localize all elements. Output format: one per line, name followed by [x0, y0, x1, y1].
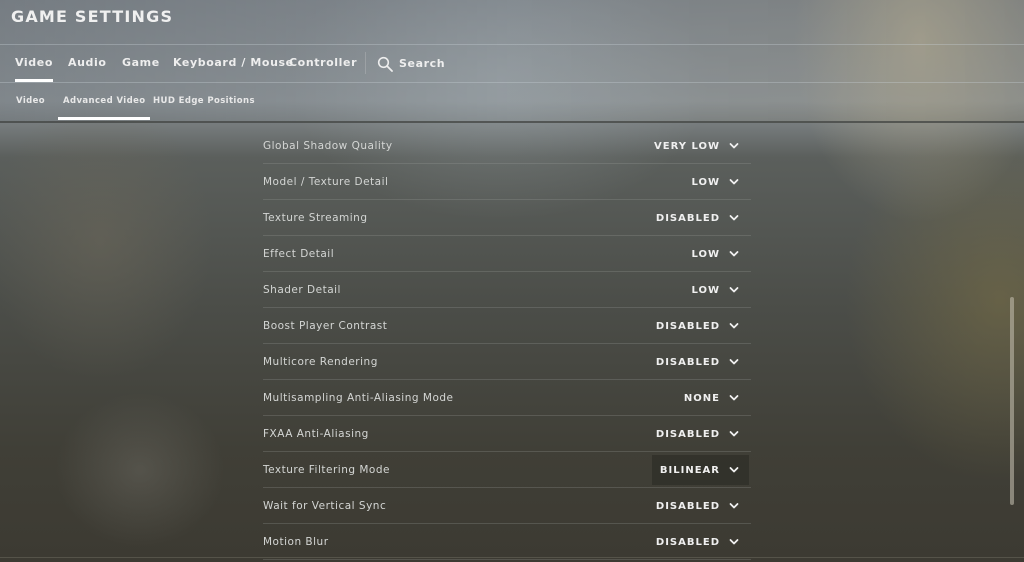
- search-icon: [377, 56, 393, 72]
- setting-label: Shader Detail: [263, 284, 341, 296]
- tab-divider: [365, 52, 366, 74]
- setting-dropdown[interactable]: LOW: [683, 239, 749, 269]
- page-title: GAME SETTINGS: [11, 7, 174, 26]
- chevron-down-icon: [729, 395, 739, 401]
- setting-dropdown[interactable]: NONE: [676, 383, 749, 413]
- setting-value: LOW: [691, 284, 720, 296]
- setting-dropdown[interactable]: VERY LOW: [646, 131, 749, 161]
- setting-label: FXAA Anti-Aliasing: [263, 428, 369, 440]
- chevron-down-icon: [729, 287, 739, 293]
- setting-row: Global Shadow Quality VERY LOW: [263, 128, 751, 164]
- setting-dropdown[interactable]: DISABLED: [648, 419, 749, 449]
- chevron-down-icon: [729, 503, 739, 509]
- chevron-down-icon: [729, 143, 739, 149]
- setting-value: NONE: [683, 392, 720, 404]
- scrollbar-thumb[interactable]: [1010, 297, 1014, 505]
- setting-label: Multisampling Anti-Aliasing Mode: [263, 392, 454, 404]
- chevron-down-icon: [729, 215, 739, 221]
- setting-row: Texture Filtering Mode BILINEAR: [263, 452, 751, 488]
- setting-row: Effect Detail LOW: [263, 236, 751, 272]
- subtab-hud-edge-positions[interactable]: HUD Edge Positions: [153, 83, 255, 120]
- setting-value: BILINEAR: [659, 464, 720, 476]
- setting-label: Texture Filtering Mode: [263, 464, 390, 476]
- tab-game[interactable]: Game: [122, 45, 160, 82]
- setting-label: Boost Player Contrast: [263, 320, 388, 332]
- setting-label: Global Shadow Quality: [263, 140, 393, 152]
- setting-value: DISABLED: [655, 320, 720, 332]
- tab-controller[interactable]: Controller: [289, 45, 357, 82]
- chevron-down-icon: [729, 323, 739, 329]
- setting-label: Wait for Vertical Sync: [263, 500, 387, 512]
- setting-label: Texture Streaming: [263, 212, 368, 224]
- setting-value: DISABLED: [655, 500, 720, 512]
- setting-dropdown[interactable]: DISABLED: [648, 203, 749, 233]
- setting-row: Motion Blur DISABLED: [263, 524, 751, 560]
- setting-label: Motion Blur: [263, 536, 329, 548]
- setting-row: Texture Streaming DISABLED: [263, 200, 751, 236]
- setting-value: VERY LOW: [654, 140, 720, 152]
- chevron-down-icon: [729, 179, 739, 185]
- subtab-advanced-video[interactable]: Advanced Video: [57, 83, 152, 120]
- setting-dropdown[interactable]: LOW: [683, 167, 749, 197]
- setting-dropdown[interactable]: DISABLED: [648, 347, 749, 377]
- divider: [0, 557, 1024, 558]
- setting-label: Effect Detail: [263, 248, 335, 260]
- subtab-video[interactable]: Video: [16, 83, 45, 120]
- sub-tabs: Video Advanced Video HUD Edge Positions: [0, 83, 1024, 121]
- setting-dropdown[interactable]: DISABLED: [648, 311, 749, 341]
- setting-label: Model / Texture Detail: [263, 176, 389, 188]
- setting-row: Wait for Vertical Sync DISABLED: [263, 488, 751, 524]
- tab-video[interactable]: Video: [15, 45, 53, 82]
- setting-value: LOW: [691, 176, 720, 188]
- settings-header: GAME SETTINGS Video Audio Game Keyboard …: [0, 0, 1024, 123]
- setting-label: Multicore Rendering: [263, 356, 378, 368]
- setting-dropdown[interactable]: DISABLED: [648, 491, 749, 521]
- setting-value: LOW: [691, 248, 720, 260]
- setting-row: FXAA Anti-Aliasing DISABLED: [263, 416, 751, 452]
- setting-row: Model / Texture Detail LOW: [263, 164, 751, 200]
- chevron-down-icon: [729, 539, 739, 545]
- chevron-down-icon: [729, 431, 739, 437]
- setting-row: Shader Detail LOW: [263, 272, 751, 308]
- setting-dropdown[interactable]: BILINEAR: [651, 455, 749, 485]
- setting-value: DISABLED: [655, 536, 720, 548]
- search-button[interactable]: Search: [377, 45, 445, 82]
- setting-value: DISABLED: [655, 428, 720, 440]
- chevron-down-icon: [729, 359, 739, 365]
- setting-dropdown[interactable]: DISABLED: [648, 527, 749, 557]
- setting-value: DISABLED: [655, 356, 720, 368]
- search-label: Search: [399, 57, 446, 70]
- settings-list: Global Shadow Quality VERY LOW Model / Tex…: [263, 128, 751, 560]
- tab-keyboard-mouse[interactable]: Keyboard / Mouse: [173, 45, 294, 82]
- setting-value: DISABLED: [655, 212, 720, 224]
- chevron-down-icon: [729, 251, 739, 257]
- main-tabs: Video Audio Game Keyboard / Mouse Contro…: [0, 45, 1024, 82]
- setting-row: Boost Player Contrast DISABLED: [263, 308, 751, 344]
- setting-row: Multisampling Anti-Aliasing Mode NONE: [263, 380, 751, 416]
- setting-dropdown[interactable]: LOW: [683, 275, 749, 305]
- chevron-down-icon: [729, 467, 739, 473]
- setting-row: Multicore Rendering DISABLED: [263, 344, 751, 380]
- tab-audio[interactable]: Audio: [68, 45, 107, 82]
